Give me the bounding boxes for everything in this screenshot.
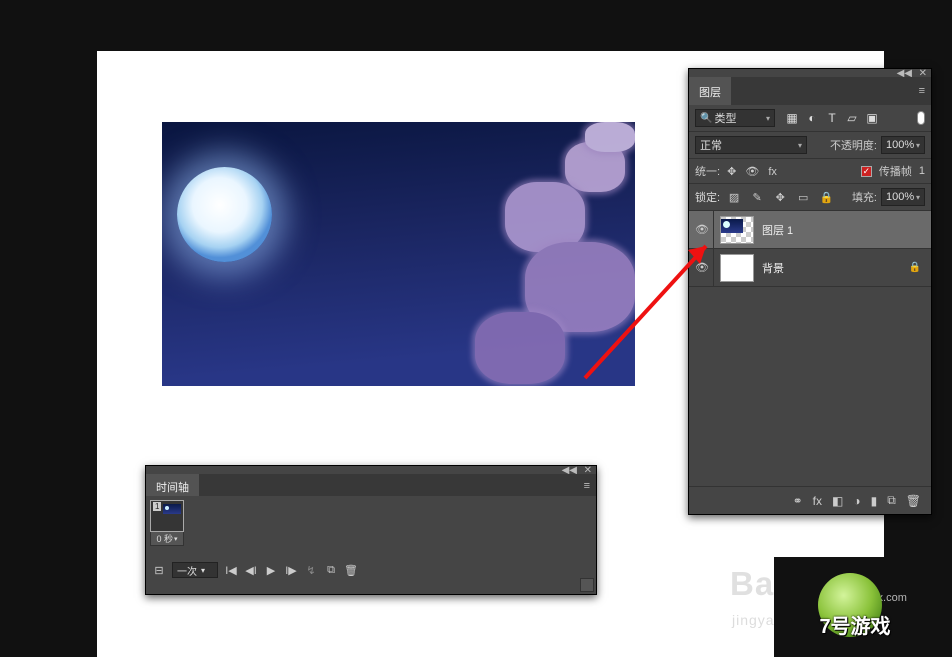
fill-value: 100% xyxy=(886,191,914,203)
delete-layer-icon[interactable]: 🗑 xyxy=(906,494,921,508)
chevron-down-icon: ▾ xyxy=(916,141,920,150)
panel-menu-icon[interactable]: ≡ xyxy=(584,480,590,492)
lock-all-icon[interactable]: 🔒 xyxy=(819,191,833,204)
convert-timeline-icon[interactable]: ⊟ xyxy=(152,564,166,577)
filter-type-dropdown[interactable]: 🔍 类型 ▾ xyxy=(695,109,775,127)
prev-frame-icon[interactable]: ◀I xyxy=(244,564,258,577)
group-icon[interactable]: ▮ xyxy=(871,494,878,508)
play-icon[interactable]: ▶ xyxy=(264,564,278,577)
panel-menu-icon[interactable]: ≡ xyxy=(919,85,925,97)
filter-shape-icon[interactable]: ▱ xyxy=(845,111,859,125)
unify-row: 统一: ✥ 👁 fx ✓ 传播帧 1 xyxy=(689,159,931,184)
filter-icons: ▦ ◐ T ▱ ▣ xyxy=(785,111,879,125)
blossoms-graphic xyxy=(455,122,635,386)
filter-smart-icon[interactable]: ▣ xyxy=(865,111,879,125)
blend-mode-value: 正常 xyxy=(700,137,722,153)
delete-frame-icon[interactable]: 🗑 xyxy=(344,564,358,577)
filter-type-label: 类型 xyxy=(714,110,736,126)
layer-thumbnail[interactable] xyxy=(720,254,754,282)
layer-item-1[interactable]: 👁 图层 1 xyxy=(689,211,931,249)
fx-icon[interactable]: fx xyxy=(813,494,822,508)
layers-panel-header: ◀◀ ✕ xyxy=(689,69,931,77)
unify-icons: ✥ 👁 fx xyxy=(724,165,780,178)
tab-timeline[interactable]: 时间轴 xyxy=(146,474,199,496)
game-badge: 7号游戏 xyxy=(790,575,920,645)
unify-visibility-icon[interactable]: 👁 xyxy=(745,166,759,178)
layer-thumbnail[interactable] xyxy=(720,216,754,244)
filter-pixel-icon[interactable]: ▦ xyxy=(785,111,799,125)
separator xyxy=(713,249,714,286)
search-icon: 🔍 xyxy=(700,113,712,124)
fill-dropdown[interactable]: 100% ▾ xyxy=(881,188,925,206)
propagate-label: 传播帧 xyxy=(879,163,912,179)
separator xyxy=(713,211,714,248)
unify-style-icon[interactable]: fx xyxy=(768,166,777,178)
unify-label: 统一: xyxy=(695,163,720,179)
layers-panel-tabs: 图层 ≡ xyxy=(689,77,931,105)
filter-adjust-icon[interactable]: ◐ xyxy=(805,111,819,125)
filter-text-icon[interactable]: T xyxy=(825,111,839,125)
lock-row: 锁定: ▨ ✎ ✥ ▭ 🔒 填充: 100% ▾ xyxy=(689,184,931,211)
opacity-label: 不透明度: xyxy=(830,137,877,153)
chevron-down-icon: ▾ xyxy=(174,535,178,543)
next-frame-icon[interactable]: I▶ xyxy=(284,564,298,577)
link-layers-icon[interactable]: ⚭ xyxy=(793,494,803,508)
opacity-dropdown[interactable]: 100% ▾ xyxy=(881,136,925,154)
frame-1[interactable]: 1 0 秒 ▾ xyxy=(150,500,184,549)
tab-layers[interactable]: 图层 xyxy=(689,77,731,105)
first-frame-icon[interactable]: I◀ xyxy=(224,564,238,577)
duplicate-frame-icon[interactable]: ⧉ xyxy=(324,564,338,577)
moon-graphic xyxy=(177,167,272,262)
layer-name: 图层 1 xyxy=(762,222,793,238)
new-layer-icon[interactable]: ⧉ xyxy=(887,493,896,508)
tween-icon[interactable]: ↯ xyxy=(304,564,318,577)
blend-row: 正常 ▾ 不透明度: 100% ▾ xyxy=(689,132,931,159)
unify-position-icon[interactable]: ✥ xyxy=(727,166,736,178)
layer-item-background[interactable]: 👁 背景 🔒 xyxy=(689,249,931,287)
timeline-panel: ◀◀ ✕ 时间轴 ≡ 1 0 秒 ▾ ⊟ 一次 ▾ I◀ ◀I ▶ I▶ ↯ ⧉… xyxy=(145,465,597,595)
lock-label: 锁定: xyxy=(695,189,720,205)
fill-label: 填充: xyxy=(852,189,877,205)
frames-strip: 1 0 秒 ▾ xyxy=(146,496,596,553)
chevron-down-icon: ▾ xyxy=(201,566,205,575)
chevron-down-icon: ▾ xyxy=(916,193,920,202)
timeline-scroll-corner[interactable] xyxy=(580,578,594,592)
lock-icons: ▨ ✎ ✥ ▭ 🔒 xyxy=(724,191,836,204)
game-badge-text: 7号游戏 xyxy=(790,610,920,639)
filter-toggle[interactable] xyxy=(917,111,925,125)
layers-panel-footer: ⚭ fx ◧ ◑ ▮ ⧉ 🗑 xyxy=(689,486,931,514)
frame-mini-preview xyxy=(163,504,181,514)
timeline-tabs: 时间轴 ≡ xyxy=(146,474,596,496)
frame-thumbnail[interactable]: 1 xyxy=(150,500,184,532)
loop-mode-value: 一次 xyxy=(177,563,197,578)
frame-duration-dropdown[interactable]: 0 秒 ▾ xyxy=(150,532,184,546)
visibility-toggle-icon[interactable]: 👁 xyxy=(695,261,709,274)
visibility-toggle-icon[interactable]: 👁 xyxy=(695,223,709,236)
opacity-value: 100% xyxy=(886,139,914,151)
loop-dropdown[interactable]: 一次 ▾ xyxy=(172,562,218,578)
lock-icon[interactable]: 🔒 xyxy=(909,262,921,273)
lock-brush-icon[interactable]: ✎ xyxy=(750,191,764,204)
propagate-checkbox[interactable]: ✓ xyxy=(861,166,872,177)
layers-panel: ◀◀ ✕ 图层 ≡ 🔍 类型 ▾ ▦ ◐ T ▱ ▣ 正常 ▾ 不透明度: 10… xyxy=(688,68,932,515)
filter-row: 🔍 类型 ▾ ▦ ◐ T ▱ ▣ xyxy=(689,105,931,132)
canvas-image[interactable] xyxy=(162,122,635,386)
lock-position-icon[interactable]: ✥ xyxy=(773,191,787,204)
propagate-index: 1 xyxy=(919,165,925,177)
lock-pixels-icon[interactable]: ▨ xyxy=(727,191,741,204)
frame-duration: 0 秒 xyxy=(156,532,173,545)
layer-list: 👁 图层 1 👁 背景 🔒 xyxy=(689,211,931,470)
layer-name: 背景 xyxy=(762,260,784,276)
blend-mode-dropdown[interactable]: 正常 ▾ xyxy=(695,136,807,154)
chevron-down-icon: ▾ xyxy=(766,114,770,123)
mask-icon[interactable]: ◧ xyxy=(832,494,843,508)
chevron-down-icon: ▾ xyxy=(798,141,802,150)
lock-artboard-icon[interactable]: ▭ xyxy=(796,191,810,204)
timeline-controls: ⊟ 一次 ▾ I◀ ◀I ▶ I▶ ↯ ⧉ 🗑 xyxy=(146,559,596,581)
adjustment-icon[interactable]: ◑ xyxy=(853,494,860,508)
frame-number: 1 xyxy=(153,502,161,511)
timeline-panel-header: ◀◀ ✕ xyxy=(146,466,596,474)
